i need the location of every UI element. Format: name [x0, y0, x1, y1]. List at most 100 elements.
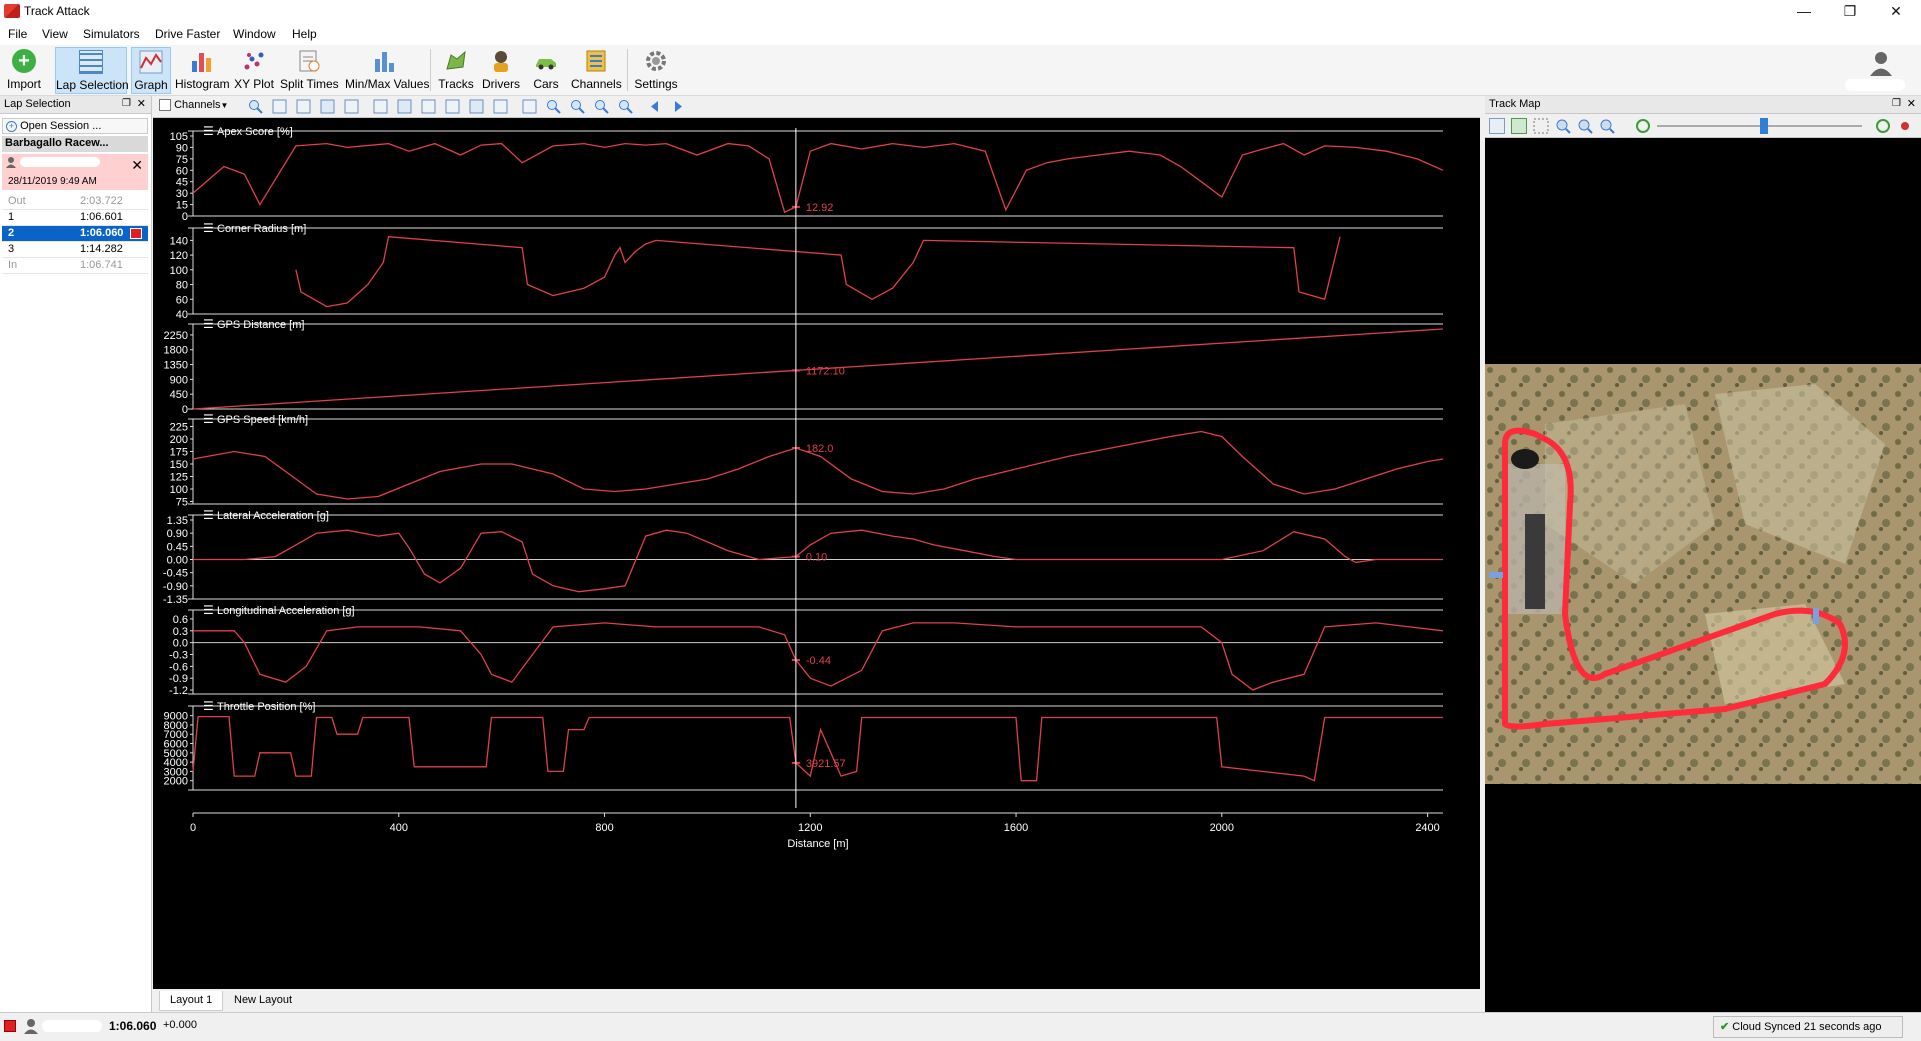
- lap-selection-header: Lap Selection ❐ ✕: [0, 96, 151, 114]
- min-max-values-button[interactable]: Min/Max Values: [345, 47, 429, 94]
- cloud-sync-label: Cloud Synced 21 seconds ago: [1732, 1021, 1882, 1033]
- channels-button[interactable]: Channels: [571, 47, 622, 94]
- channels-dropdown[interactable]: Channels▼: [159, 99, 228, 112]
- y-tick-label: 80: [176, 280, 188, 292]
- lap-row[interactable]: Out 2:03.722: [2, 194, 148, 210]
- playback-slider-thumb[interactable]: [1760, 118, 1768, 134]
- min-max-icon: [372, 49, 396, 73]
- y-tick-label: 1.35: [167, 515, 188, 527]
- flag-icon[interactable]: [493, 99, 508, 114]
- cloud-sync-status[interactable]: ✔ Cloud Synced 21 seconds ago: [1713, 1016, 1903, 1038]
- next-icon[interactable]: [671, 99, 686, 114]
- restore-button[interactable]: ❐: [1827, 0, 1873, 22]
- window-title: Track Attack: [24, 4, 90, 18]
- minimize-button[interactable]: —: [1781, 0, 1827, 22]
- select-icon[interactable]: [522, 99, 537, 114]
- lap-number: 1: [8, 211, 15, 223]
- toolbar-separator: [627, 49, 628, 91]
- tracks-button[interactable]: Tracks: [436, 47, 476, 94]
- zoom-window-icon[interactable]: [248, 99, 263, 114]
- user-avatar[interactable]: [1867, 49, 1895, 77]
- zoom-out-icon[interactable]: [570, 99, 585, 114]
- y-tick-label: 45: [176, 177, 188, 189]
- data-icon[interactable]: [272, 99, 287, 114]
- y-tick-label: 2000: [164, 776, 188, 788]
- y-tick-label: 30: [176, 188, 188, 200]
- float-panel-icon[interactable]: ❐: [1892, 98, 1901, 109]
- tab-layout-1[interactable]: Layout 1: [159, 991, 224, 1011]
- pen-icon[interactable]: [397, 99, 412, 114]
- histogram-button[interactable]: Histogram: [175, 47, 230, 94]
- import-button[interactable]: + Import: [3, 47, 45, 94]
- status-delta: +0.000: [163, 1019, 197, 1031]
- menu-view[interactable]: View: [42, 27, 68, 41]
- float-panel-icon[interactable]: ❐: [122, 98, 131, 109]
- previous-icon[interactable]: [647, 99, 662, 114]
- lap-row[interactable]: In 1:06.741: [2, 258, 148, 274]
- zoom-fit-icon[interactable]: [1599, 118, 1615, 134]
- y-tick-label: -0.45: [163, 568, 188, 580]
- zoom-in-icon[interactable]: [546, 99, 561, 114]
- grid-icon[interactable]: [1489, 118, 1505, 134]
- zoom-reset-icon[interactable]: [618, 99, 633, 114]
- session-card[interactable]: ✕ 28/11/2019 9:49 AM: [2, 154, 148, 190]
- track-map-image[interactable]: [1485, 364, 1921, 784]
- lap-selection-button[interactable]: Lap Selection: [55, 47, 129, 94]
- satellite-icon[interactable]: [1511, 118, 1527, 134]
- driver-name-field: [20, 157, 100, 167]
- series-line: [192, 715, 1443, 782]
- cars-button[interactable]: Cars: [527, 47, 565, 94]
- select-icon[interactable]: [1533, 118, 1549, 134]
- series-line: [295, 236, 1341, 308]
- shape-icon[interactable]: [421, 99, 436, 114]
- open-session-label: Open Session ...: [20, 120, 102, 132]
- measure-icon[interactable]: [469, 99, 484, 114]
- drivers-button[interactable]: Drivers: [480, 47, 522, 94]
- y-tick-label: 175: [170, 447, 188, 459]
- chart-title: Throttle Position [%]: [217, 701, 315, 713]
- menu-file[interactable]: File: [8, 27, 27, 41]
- lap-row[interactable]: 1 1:06.601: [2, 210, 148, 226]
- y-tick-label: 75: [176, 154, 188, 166]
- close-window-button[interactable]: ✕: [1873, 0, 1919, 22]
- open-session-button[interactable]: + Open Session ...: [2, 118, 148, 134]
- chart-title: Longitudinal Acceleration [g]: [217, 605, 355, 617]
- pointer-icon[interactable]: [373, 99, 388, 114]
- y-tick-label: 75: [176, 497, 188, 509]
- lap-row[interactable]: 3 1:14.282: [2, 242, 148, 258]
- zoom-in-icon[interactable]: [1555, 118, 1571, 134]
- pan-icon[interactable]: [445, 99, 460, 114]
- zoom-out-icon[interactable]: [1577, 118, 1593, 134]
- settings-button[interactable]: Settings: [632, 47, 680, 94]
- y-tick-label: 2250: [164, 330, 188, 342]
- remove-session-icon[interactable]: ✕: [131, 157, 143, 174]
- refresh-icon[interactable]: [1875, 118, 1891, 134]
- y-tick-label: 15: [176, 200, 188, 212]
- y-tick-label: 0: [182, 211, 188, 223]
- close-panel-icon[interactable]: ✕: [1907, 97, 1916, 110]
- tab-new-layout[interactable]: New Layout: [224, 991, 302, 1011]
- user-icon: [1870, 52, 1892, 76]
- graph-toolbar: Channels▼: [153, 96, 1480, 118]
- export-icon[interactable]: [320, 99, 335, 114]
- grid-icon[interactable]: [344, 99, 359, 114]
- split-times-button[interactable]: Split Times: [280, 47, 339, 94]
- lap-row[interactable]: 2 1:06.060: [2, 226, 148, 242]
- close-panel-icon[interactable]: ✕: [137, 97, 146, 110]
- y-tick-label: 0.3: [173, 626, 188, 638]
- menu-simulators[interactable]: Simulators: [83, 27, 140, 41]
- pin-icon[interactable]: [1897, 118, 1913, 134]
- zoom-fit-icon[interactable]: [594, 99, 609, 114]
- rewind-icon[interactable]: [1635, 118, 1651, 134]
- telemetry-charts[interactable]: ☰ Apex Score [%]105907560453015012.92☰ Cor…: [153, 118, 1480, 989]
- graph-button[interactable]: Graph: [131, 47, 171, 94]
- lap-color-swatch[interactable]: [130, 228, 142, 239]
- camera-icon[interactable]: [296, 99, 311, 114]
- menu-help[interactable]: Help: [292, 27, 317, 41]
- xy-plot-button[interactable]: XY Plot: [233, 47, 275, 94]
- channels-icon: [584, 49, 608, 73]
- layout-tabs: Layout 1 New Layout: [153, 989, 1480, 1012]
- y-tick-label: 100: [170, 265, 188, 277]
- menu-window[interactable]: Window: [233, 27, 276, 41]
- menu-drive-faster[interactable]: Drive Faster: [155, 27, 220, 41]
